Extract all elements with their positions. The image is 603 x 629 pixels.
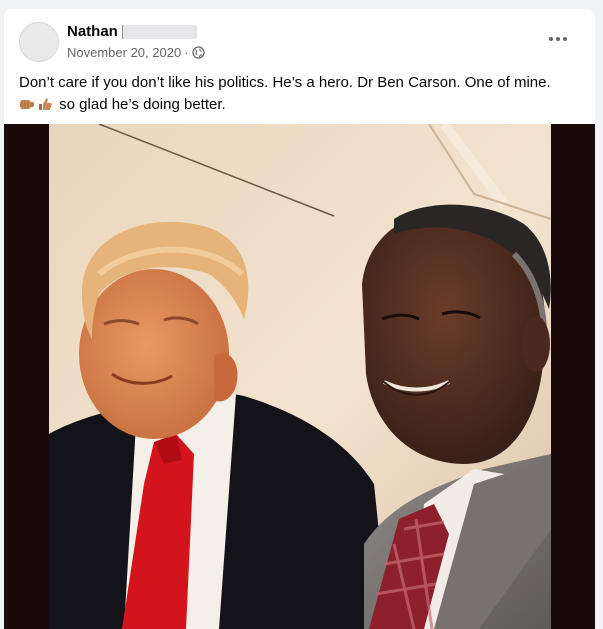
photo-image [4,124,595,629]
post-header: Nathan November 20, 2020 · [4,9,595,69]
author-row: Nathan [67,23,197,43]
post-text-line-1: Don’t care if you don’t like his politic… [19,74,551,91]
post-photo[interactable] [4,124,595,629]
more-options-button[interactable] [542,27,576,51]
post-date[interactable]: November 20, 2020 [67,45,181,60]
post-text-line-2: so glad he’s doing better. [19,94,584,116]
avatar[interactable] [19,22,59,62]
post-text: Don’t care if you don’t like his politic… [19,72,584,116]
post-text-line-2-text: so glad he’s doing better. [59,96,226,113]
post-card: Nathan November 20, 2020 · Don’t care if … [4,9,595,629]
more-options-dot [556,37,560,41]
globe-icon[interactable] [191,46,205,62]
author-name[interactable]: Nathan [67,23,118,40]
more-options-dot [563,37,567,41]
name-redaction [121,24,197,39]
post-meta: November 20, 2020 · [67,45,205,62]
more-options-icon [549,37,553,41]
thumbs-up-icon [37,96,53,110]
meta-separator: · [184,45,189,60]
fist-bump-icon [19,96,35,110]
